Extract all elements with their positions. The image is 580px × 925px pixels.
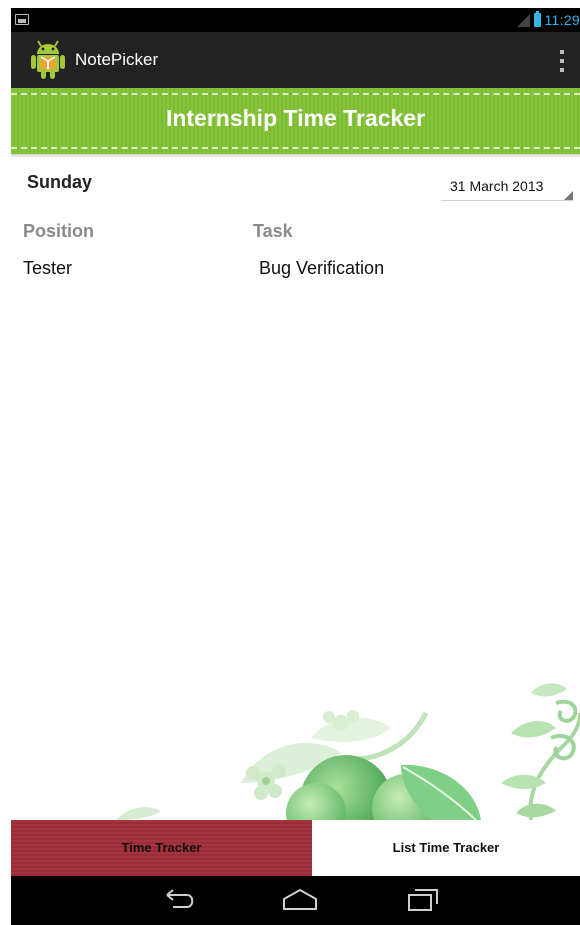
status-clock: 11:29 bbox=[544, 12, 580, 28]
overflow-menu-icon[interactable] bbox=[560, 50, 566, 72]
floral-decoration bbox=[116, 683, 580, 820]
battery-icon bbox=[533, 11, 541, 27]
device-frame: 11:29 NotePicker Internship Time Tracker… bbox=[0, 0, 580, 925]
banner-stitch-bottom bbox=[11, 147, 580, 149]
action-bar: NotePicker bbox=[11, 32, 580, 88]
date-spinner[interactable]: 31 March 2013 bbox=[441, 176, 573, 201]
tab-time-tracker[interactable]: Time Tracker bbox=[11, 820, 312, 876]
status-bar: 11:29 bbox=[11, 8, 580, 32]
status-right-group: 11:29 bbox=[516, 11, 580, 29]
tab-list-time-tracker-label: List Time Tracker bbox=[392, 840, 500, 855]
table-cell-position: Tester bbox=[23, 258, 73, 278]
table-cell-task: Bug Verification bbox=[259, 258, 385, 278]
column-header-position: Position bbox=[23, 221, 94, 241]
home-icon[interactable] bbox=[280, 886, 320, 914]
date-value: 31 March 2013 bbox=[450, 178, 544, 194]
menu-dot bbox=[560, 68, 564, 72]
banner-shadow bbox=[11, 154, 580, 158]
header-banner: Internship Time Tracker bbox=[11, 88, 580, 154]
menu-dot bbox=[560, 59, 564, 63]
screen: 11:29 NotePicker Internship Time Tracker… bbox=[11, 8, 580, 925]
tab-bar: Time Tracker List Time Tracker bbox=[11, 820, 580, 876]
back-icon[interactable] bbox=[159, 886, 199, 914]
android-app-icon[interactable] bbox=[31, 40, 65, 80]
banner-stitch-top bbox=[11, 93, 580, 95]
day-label: Sunday bbox=[27, 172, 93, 192]
banner-title: Internship Time Tracker bbox=[165, 105, 426, 131]
signal-icon bbox=[516, 13, 530, 27]
gallery-notification-icon bbox=[15, 14, 29, 25]
app-title: NotePicker bbox=[75, 50, 159, 69]
tab-list-time-tracker[interactable]: List Time Tracker bbox=[312, 820, 580, 876]
left-bezel bbox=[0, 0, 11, 925]
column-header-task: Task bbox=[253, 221, 293, 241]
recents-icon[interactable] bbox=[403, 886, 443, 914]
menu-dot bbox=[560, 50, 564, 54]
spinner-arrow-icon bbox=[564, 191, 573, 200]
navigation-bar bbox=[11, 876, 580, 925]
tab-time-tracker-label: Time Tracker bbox=[121, 840, 202, 855]
